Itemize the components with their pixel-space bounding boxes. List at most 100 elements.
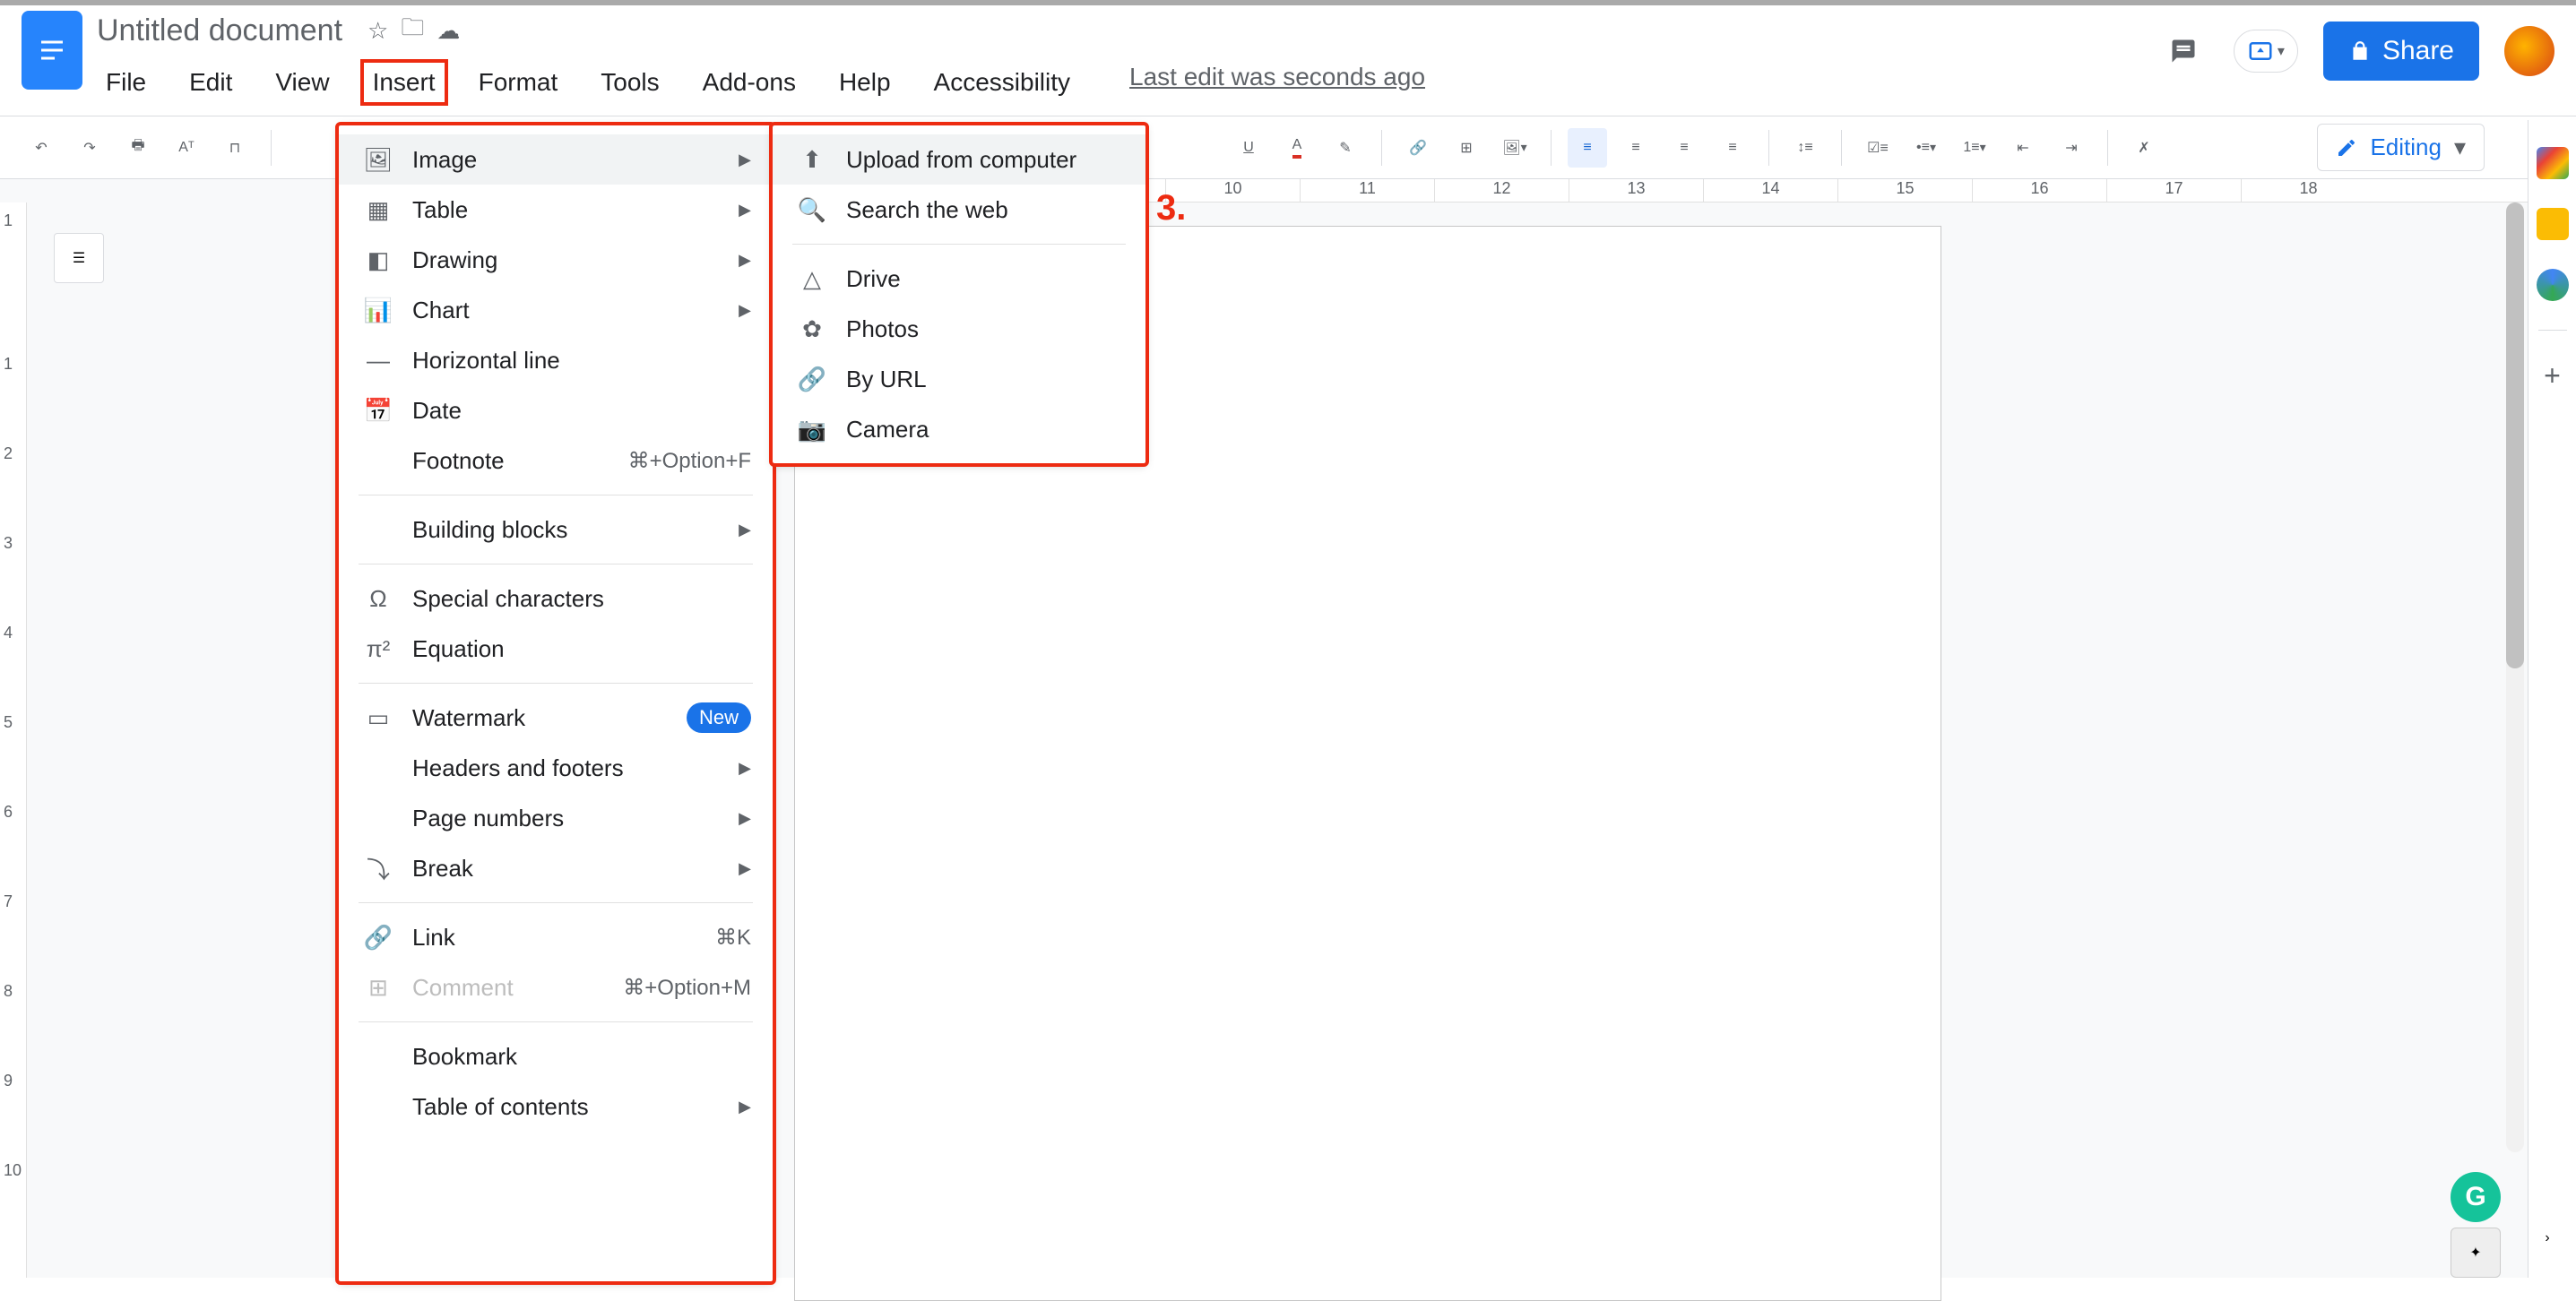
tasks-app[interactable] <box>2537 269 2569 301</box>
line-spacing-button[interactable]: ↕≡ <box>1785 128 1825 168</box>
blank-icon <box>364 515 393 544</box>
menu-item-label: Upload from computer <box>846 146 1076 174</box>
add-comment-button[interactable]: ⊞ <box>1447 128 1486 168</box>
insert-item-table[interactable]: ▦Table▶ <box>339 185 773 235</box>
open-comments-button[interactable] <box>2158 26 2209 76</box>
watermark-icon: ▭ <box>364 703 393 732</box>
show-outline-button[interactable]: ☰ <box>54 233 104 283</box>
menu-item-label: Building blocks <box>412 516 567 544</box>
paint-roller-icon: ⊓ <box>229 139 240 157</box>
document-title[interactable]: Untitled document <box>97 13 342 48</box>
menu-accessibility[interactable]: Accessibility <box>925 63 1079 102</box>
docs-logo[interactable] <box>22 11 82 90</box>
insert-item-chart[interactable]: 📊Chart▶ <box>339 285 773 335</box>
menu-addons[interactable]: Add-ons <box>694 63 805 102</box>
image-item-camera[interactable]: 📷Camera <box>773 404 1145 454</box>
submenu-arrow-icon: ▶ <box>739 1098 751 1116</box>
present-button[interactable]: ▾ <box>2234 30 2298 73</box>
insert-item-drawing[interactable]: ◧Drawing▶ <box>339 235 773 285</box>
insert-item-watermark[interactable]: ▭WatermarkNew <box>339 693 773 743</box>
menu-format[interactable]: Format <box>470 63 567 102</box>
annotation-3: 3. <box>1156 188 1186 228</box>
vertical-scrollbar-thumb[interactable] <box>2506 202 2524 668</box>
insert-item-link[interactable]: 🔗Link⌘K <box>339 912 773 962</box>
insert-item-table-of-contents[interactable]: Table of contents▶ <box>339 1081 773 1132</box>
annotation-1: 1. <box>780 0 809 3</box>
align-center-icon: ≡ <box>1631 140 1639 156</box>
docs-logo-icon <box>36 34 68 66</box>
text-color-button[interactable]: A <box>1277 128 1317 168</box>
align-left-button[interactable]: ≡ <box>1568 128 1607 168</box>
move-button[interactable]: 🗀 <box>401 11 424 50</box>
menu-help[interactable]: Help <box>830 63 900 102</box>
explore-button[interactable]: ✦ <box>2451 1228 2501 1278</box>
insert-image-button[interactable]: 🖼▾ <box>1495 128 1534 168</box>
undo-button[interactable]: ↶ <box>22 128 61 168</box>
insert-item-break[interactable]: ⤵Break▶ <box>339 843 773 893</box>
spellcheck-button[interactable]: Aᵀ <box>167 128 206 168</box>
bulleted-list-button[interactable]: •≡▾ <box>1906 128 1946 168</box>
increase-indent-button[interactable]: ⇥ <box>2052 128 2091 168</box>
mode-label: Editing <box>2370 134 2442 161</box>
grammarly-badge[interactable]: G <box>2451 1172 2501 1222</box>
highlight-icon: ✎ <box>1339 139 1351 157</box>
insert-item-special-characters[interactable]: ΩSpecial characters <box>339 573 773 624</box>
redo-button[interactable]: ↷ <box>70 128 109 168</box>
insert-item-building-blocks[interactable]: Building blocks▶ <box>339 504 773 555</box>
vertical-ruler[interactable]: 1 1 2 3 4 5 6 7 8 9 10 <box>0 202 27 1278</box>
star-button[interactable]: ☆ <box>367 17 388 45</box>
insert-item-headers-and-footers[interactable]: Headers and footers▶ <box>339 743 773 793</box>
menu-item-label: Camera <box>846 416 929 444</box>
insert-link-button[interactable]: 🔗 <box>1398 128 1438 168</box>
comment-icon: ⊞ <box>364 973 393 1002</box>
insert-item-equation[interactable]: π²Equation <box>339 624 773 674</box>
grammarly-icon: G <box>2465 1182 2485 1212</box>
calendar-app[interactable] <box>2537 147 2569 179</box>
menu-edit[interactable]: Edit <box>180 63 241 102</box>
print-button[interactable]: 🖶 <box>118 128 158 168</box>
insert-item-horizontal-line[interactable]: —Horizontal line <box>339 335 773 385</box>
underline-icon: U <box>1243 140 1254 156</box>
insert-item-bookmark[interactable]: Bookmark <box>339 1031 773 1081</box>
indent-decrease-icon: ⇤ <box>2017 139 2028 157</box>
paint-format-button[interactable]: ⊓ <box>215 128 255 168</box>
keep-app[interactable] <box>2537 208 2569 240</box>
numbered-list-button[interactable]: 1≡▾ <box>1955 128 1994 168</box>
image-item-photos[interactable]: ✿Photos <box>773 304 1145 354</box>
menu-item-label: Comment <box>412 974 514 1002</box>
last-edit-link[interactable]: Last edit was seconds ago <box>1129 63 1425 102</box>
account-avatar[interactable] <box>2504 26 2554 76</box>
hide-side-panel-button[interactable]: › <box>2526 1217 2569 1260</box>
menu-tools[interactable]: Tools <box>592 63 668 102</box>
image-item-by-url[interactable]: 🔗By URL <box>773 354 1145 404</box>
insert-item-page-numbers[interactable]: Page numbers▶ <box>339 793 773 843</box>
outline-icon: ☰ <box>73 249 85 267</box>
menu-item-label: Horizontal line <box>412 347 560 375</box>
ruler-tick: 8 <box>4 982 13 1001</box>
mode-switcher[interactable]: Editing ▾ <box>2317 124 2485 171</box>
cloud-status[interactable]: ☁ <box>437 17 460 45</box>
menu-file[interactable]: File <box>97 63 155 102</box>
insert-item-date[interactable]: 📅Date <box>339 385 773 435</box>
align-right-button[interactable]: ≡ <box>1664 128 1704 168</box>
image-item-upload-from-computer[interactable]: ⬆Upload from computer <box>773 134 1145 185</box>
decrease-indent-button[interactable]: ⇤ <box>2003 128 2043 168</box>
lock-icon <box>2348 39 2372 63</box>
clear-formatting-button[interactable]: ✗ <box>2124 128 2164 168</box>
image-item-drive[interactable]: △Drive <box>773 254 1145 304</box>
highlight-button[interactable]: ✎ <box>1326 128 1365 168</box>
insert-item-image[interactable]: 🖼Image▶ <box>339 134 773 185</box>
align-justify-button[interactable]: ≡ <box>1713 128 1752 168</box>
clear-format-icon: ✗ <box>2138 139 2149 157</box>
menu-item-label: Watermark <box>412 704 525 732</box>
menu-view[interactable]: View <box>266 63 338 102</box>
align-center-button[interactable]: ≡ <box>1616 128 1655 168</box>
checklist-button[interactable]: ☑≡ <box>1858 128 1897 168</box>
menu-insert[interactable]: Insert <box>364 63 445 102</box>
get-addons-button[interactable]: + <box>2537 359 2569 392</box>
share-button[interactable]: Share <box>2323 22 2479 81</box>
submenu-arrow-icon: ▶ <box>739 151 751 169</box>
image-item-search-the-web[interactable]: 🔍Search the web <box>773 185 1145 235</box>
underline-button[interactable]: U <box>1229 128 1268 168</box>
insert-item-footnote[interactable]: Footnote⌘+Option+F <box>339 435 773 486</box>
